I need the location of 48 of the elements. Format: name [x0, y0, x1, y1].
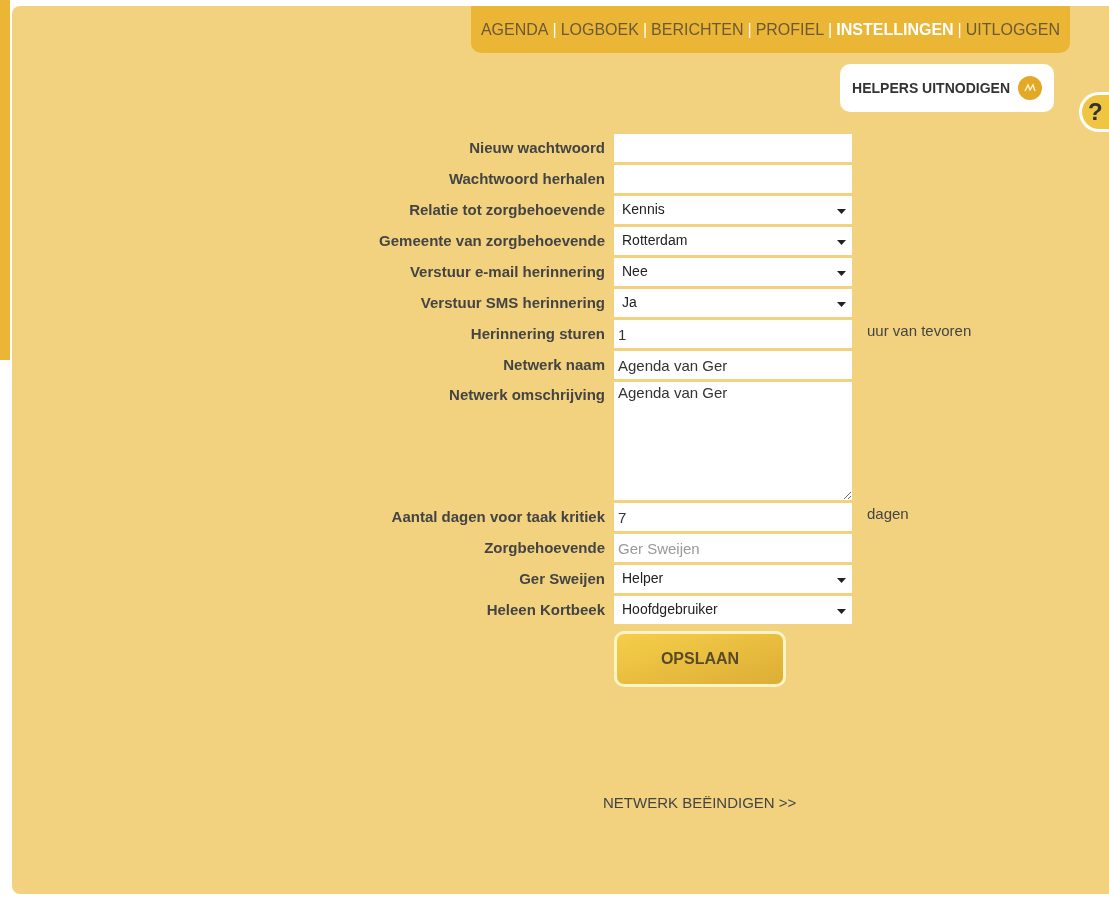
dropdown-field[interactable]: Hoofdgebruiker: [614, 596, 852, 624]
text-input-field[interactable]: Agenda van Ger: [614, 351, 852, 379]
caret-icon: [837, 240, 846, 245]
nav-link[interactable]: UITLOGGEN: [965, 17, 1060, 42]
nav-separator: |: [956, 19, 963, 40]
dropdown-field[interactable]: Rotterdam: [614, 227, 852, 255]
field-label: Aantal dagen voor taak kritiek: [390, 507, 605, 527]
save-button[interactable]: OPSLAAN: [614, 631, 786, 687]
nav-link[interactable]: PROFIEL: [755, 17, 825, 42]
nav-separator: |: [641, 19, 649, 40]
caret-icon: [837, 578, 846, 583]
text-input-field[interactable]: 7: [614, 503, 852, 531]
nav-separator: |: [746, 19, 753, 40]
dropdown-field[interactable]: Helper: [614, 565, 852, 593]
nav-link[interactable]: LOGBOEK: [560, 17, 639, 42]
caret-icon: [837, 271, 846, 276]
field-label: Ger Sweijen: [518, 569, 605, 589]
caret-icon: [837, 209, 846, 214]
dropdown-field[interactable]: Ja: [614, 289, 852, 317]
field-label: Gemeente van zorgbehoevende: [378, 231, 605, 251]
unit-label: dagen: [867, 505, 909, 522]
field-label: Netwerk omschrijving: [448, 385, 605, 405]
dropdown-field[interactable]: Kennis: [614, 196, 852, 224]
invite-helpers-button[interactable]: HELPERS UITNODIGEN: [840, 64, 1054, 112]
field-label: Herinnering sturen: [469, 324, 605, 344]
field-label: Zorgbehoevende: [483, 538, 605, 558]
text-input-field[interactable]: 1: [614, 320, 852, 348]
nav-link[interactable]: BERICHTEN: [651, 17, 744, 42]
field-label: Nieuw wachtwoord: [468, 138, 605, 158]
round-emblem-icon: [1018, 76, 1042, 100]
field-label: Verstuur e-mail herinnering: [408, 262, 605, 282]
field-label: Heleen Kortbeek: [485, 600, 605, 620]
end-network-link[interactable]: NETWERK BEËINDIGEN >>: [603, 794, 797, 811]
nav-separator: |: [551, 19, 558, 40]
nav-separator: |: [827, 19, 834, 40]
textarea-field[interactable]: Agenda van Ger: [614, 382, 852, 500]
caret-icon: [837, 609, 846, 614]
field-label: Wachtwoord herhalen: [447, 169, 605, 189]
nav-link[interactable]: AGENDA: [480, 17, 549, 42]
text-input-field[interactable]: [614, 134, 852, 162]
caret-icon: [837, 302, 846, 307]
field-label: Relatie tot zorgbehoevende: [408, 200, 605, 220]
field-label: Verstuur SMS herinnering: [419, 293, 605, 313]
field-label: Netwerk naam: [502, 355, 605, 375]
unit-label: uur van tevoren: [867, 322, 972, 339]
dropdown-field[interactable]: Nee: [614, 258, 852, 286]
text-input-field[interactable]: [614, 165, 852, 193]
help-icon[interactable]: ?: [1079, 92, 1109, 132]
